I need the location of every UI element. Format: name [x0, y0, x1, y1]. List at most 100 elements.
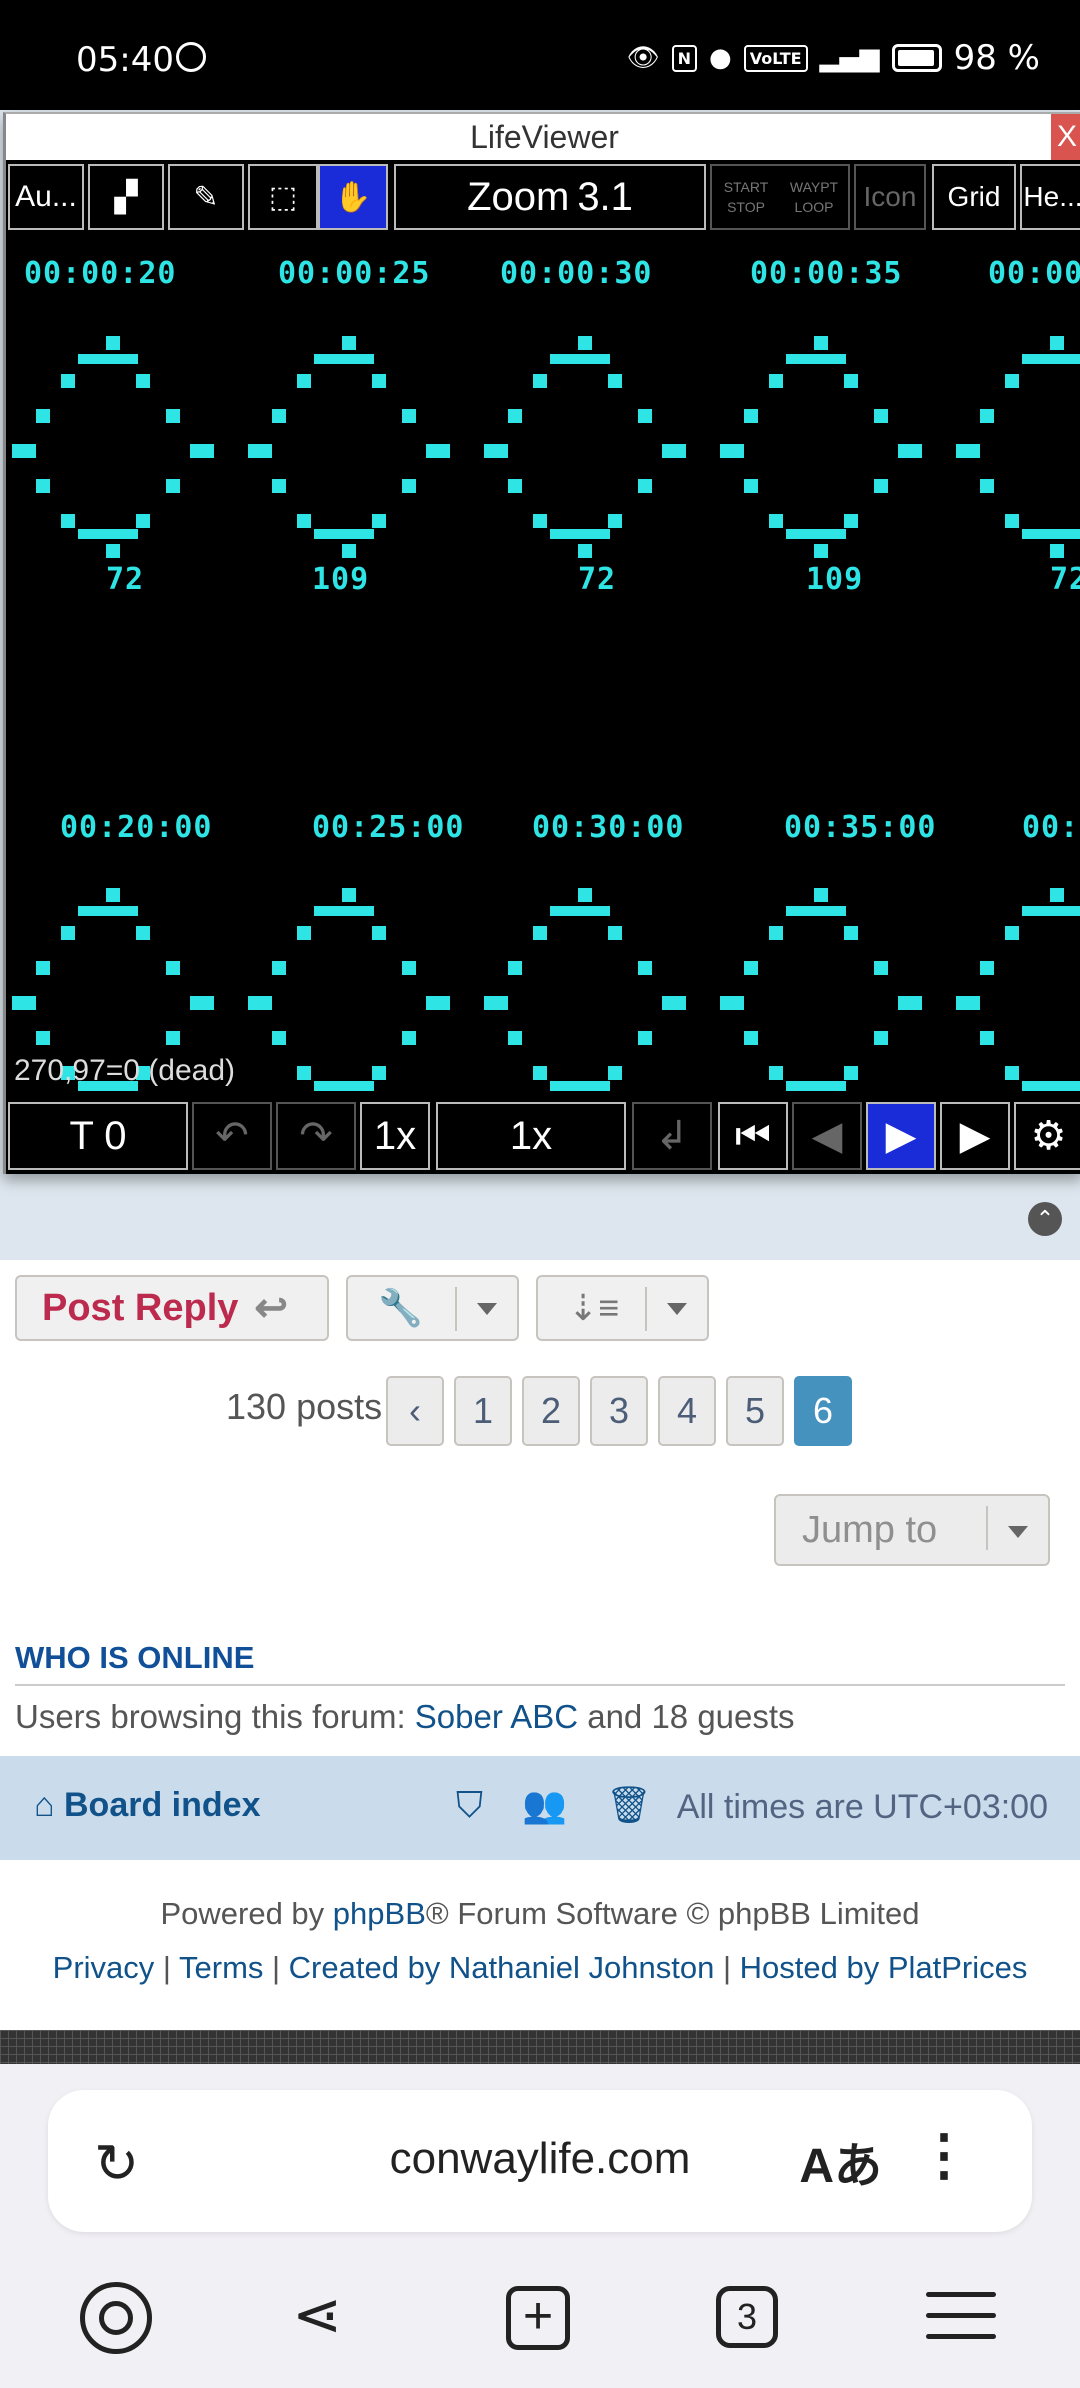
lifeviewer-window[interactable]: LifeViewer X Au... ▞ ✎ ⬚ ✋ Zoom 3.1 STAR…	[3, 112, 1080, 1174]
grid-button[interactable]: Grid	[932, 164, 1016, 230]
select-button[interactable]: ⬚	[248, 164, 318, 230]
return-icon: ↲	[655, 1114, 689, 1158]
sort-icon: ⇣≡	[568, 1287, 620, 1328]
browser-home-icon[interactable]	[80, 2282, 152, 2354]
tabs-button[interactable]: 3	[716, 2286, 778, 2348]
page-link[interactable]: 3	[590, 1376, 648, 1446]
topic-tools-button[interactable]: 🔧	[346, 1275, 519, 1341]
powered-by: Powered by phpBB® Forum Software © phpBB…	[160, 1896, 920, 1931]
timezone-text: All times are UTC+03:00	[676, 1788, 1048, 1826]
previous-page-button[interactable]: ‹	[386, 1376, 444, 1446]
close-button[interactable]: X	[1051, 114, 1080, 160]
background-pattern-strip	[0, 2030, 1080, 2064]
reset-start-button[interactable]: ⏮	[718, 1102, 788, 1170]
step-back-icon: ◀	[811, 1114, 843, 1158]
step-forward-button[interactable]: ▶	[866, 1102, 936, 1170]
url-text[interactable]: conwaylife.com	[48, 2134, 1032, 2184]
new-tab-icon[interactable]: +	[506, 2286, 570, 2350]
pattern-label: 00:	[1022, 810, 1080, 845]
posts-count: 130 posts	[226, 1386, 383, 1427]
host-link[interactable]: Hosted by PlatPrices	[740, 1950, 1028, 1985]
undo-icon: ↶	[215, 1114, 249, 1158]
pattern-label: 00:00:30	[500, 256, 653, 291]
page-link[interactable]: 5	[726, 1376, 784, 1446]
cell-status: 270,97=0 (dead)	[14, 1054, 236, 1087]
reply-icon: ↩	[254, 1286, 288, 1330]
status-time: 05:40	[76, 40, 174, 80]
location-icon: ●	[709, 43, 732, 73]
home-icon: ⌂	[34, 1786, 55, 1824]
signal-icon: ▂▄▆	[819, 43, 880, 73]
status-bar: 05:40 👁 N ● VoLTE ▂▄▆ 98 %	[0, 0, 1080, 110]
pattern-label: 00:00:20	[24, 256, 177, 291]
reset-button[interactable]: ↲	[632, 1102, 712, 1170]
speed-step-button[interactable]: 1x	[360, 1102, 430, 1170]
battery-percent: 98 %	[953, 38, 1040, 78]
creator-link[interactable]: Created by Nathaniel Johnston	[289, 1950, 715, 1985]
page-link[interactable]: 2	[522, 1376, 580, 1446]
pattern-label: 00:25:00	[312, 810, 465, 845]
trash-icon[interactable]: 🗑	[606, 1784, 652, 1826]
nfc-icon: N	[671, 44, 698, 72]
phpbb-link[interactable]: phpBB	[333, 1896, 426, 1931]
hand-icon: ✋	[334, 180, 372, 214]
chevron-down-icon	[667, 1303, 687, 1315]
battery-icon	[891, 44, 942, 72]
shield-icon[interactable]: ⛉	[456, 1784, 483, 1827]
pattern-count: 109	[312, 562, 370, 597]
fit-icon-button[interactable]: ▞	[88, 164, 164, 230]
cell-pattern-row-1	[12, 336, 1080, 558]
chevron-down-icon	[477, 1303, 497, 1315]
undo-button[interactable]: ↶	[192, 1102, 272, 1170]
pattern-count: 72	[578, 562, 617, 597]
wrench-icon: 🔧	[378, 1287, 423, 1328]
step-back-button[interactable]: ◀	[792, 1102, 862, 1170]
icon-button[interactable]: Icon	[854, 164, 926, 230]
status-icons: 👁 N ● VoLTE ▂▄▆ 98 %	[627, 38, 1040, 78]
redo-button[interactable]: ↷	[276, 1102, 356, 1170]
footer-links: Privacy | Terms | Created by Nathaniel J…	[52, 1950, 1028, 1985]
settings-button[interactable]: ⚙	[1014, 1102, 1080, 1170]
pattern-label: 00:00:35	[750, 256, 903, 291]
pattern-count: 72	[1050, 562, 1080, 597]
zoom-slider[interactable]: Zoom 3.1	[394, 164, 706, 230]
post-reply-button[interactable]: Post Reply ↩	[15, 1275, 329, 1341]
who-is-online-heading: WHO IS ONLINE	[15, 1640, 255, 1675]
users-icon[interactable]: 👥	[522, 1784, 567, 1826]
pattern-label: 00:00:25	[278, 256, 431, 291]
waypoint-buttons[interactable]: START WAYPT STOP LOOP	[710, 164, 850, 230]
draw-button[interactable]: ✎	[168, 164, 244, 230]
privacy-link[interactable]: Privacy	[53, 1950, 155, 1985]
lifeviewer-title: LifeViewer	[6, 114, 1080, 160]
help-button[interactable]: He...	[1020, 164, 1080, 230]
online-user-link[interactable]: Sober ABC	[415, 1698, 578, 1735]
play-icon: ▶	[959, 1114, 991, 1158]
pattern-label: 00:00	[988, 256, 1080, 291]
clock-icon	[176, 42, 206, 72]
pan-button[interactable]: ✋	[318, 164, 388, 230]
sort-options-button[interactable]: ⇣≡	[536, 1275, 709, 1341]
menu-icon[interactable]	[926, 2292, 996, 2355]
volte-icon: VoLTE	[743, 44, 808, 72]
share-icon[interactable]: ⋖	[292, 2280, 342, 2350]
page-link[interactable]: 4	[658, 1376, 716, 1446]
speed-slider[interactable]: 1x	[436, 1102, 626, 1170]
play-button[interactable]: ▶	[940, 1102, 1010, 1170]
page-link[interactable]: 1	[454, 1376, 512, 1446]
divider	[15, 1684, 1065, 1686]
jump-to-button[interactable]: Jump to	[774, 1494, 1050, 1566]
fit-icon: ▞	[114, 180, 138, 214]
autofit-button[interactable]: Au...	[8, 164, 84, 230]
translate-icon[interactable]: Aあ	[799, 2126, 882, 2196]
address-bar[interactable]: ↻ conwaylife.com Aあ ⋮	[48, 2090, 1032, 2232]
chevron-left-icon: ‹	[409, 1390, 421, 1431]
footer-navbar: ⌂ Board index ⛉ 👥 🗑 All times are UTC+03…	[0, 1756, 1080, 1860]
collapse-button[interactable]: ⌃	[1028, 1202, 1062, 1236]
page-link-active[interactable]: 6	[794, 1376, 852, 1446]
redo-icon: ↷	[299, 1114, 333, 1158]
more-options-icon[interactable]: ⋮	[916, 2122, 972, 2188]
pattern-count: 109	[806, 562, 864, 597]
step-forward-icon: ▶	[885, 1114, 917, 1158]
terms-link[interactable]: Terms	[179, 1950, 263, 1985]
board-index-link[interactable]: ⌂ Board index	[34, 1786, 260, 1825]
